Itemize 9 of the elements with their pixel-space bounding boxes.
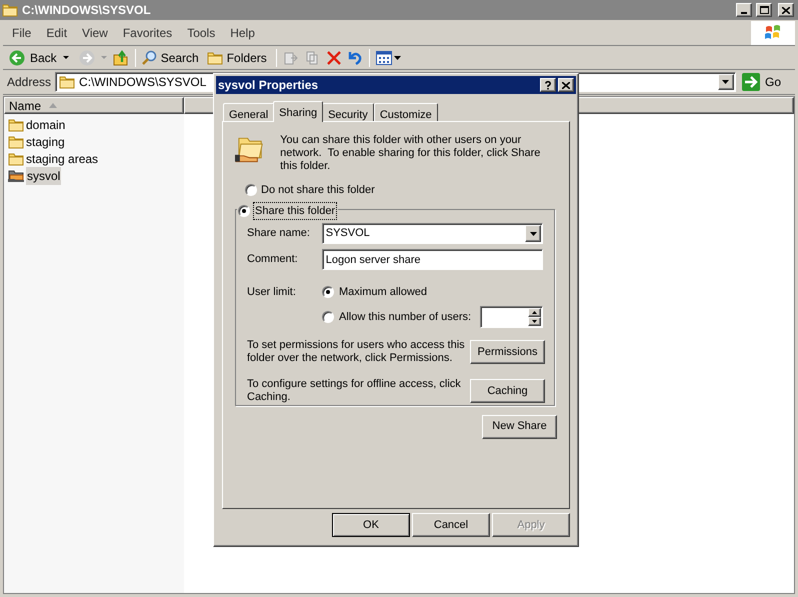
- caching-text: To configure settings for offline access, click Caching.: [247, 378, 462, 404]
- address-label: Address: [7, 74, 52, 91]
- dialog-title: sysvol Properties: [218, 77, 320, 94]
- share-name-label: Share name:: [247, 226, 311, 242]
- intro-text: You can share this folder with other users on your network. To enable sharing for this folder, click Share this folder.: [280, 134, 542, 173]
- permissions-text: To set permissions for users who access this folder over the network, click Permissions.: [247, 339, 466, 365]
- user-limit-label: User limit:: [247, 284, 297, 300]
- comment-label: Comment:: [247, 252, 299, 268]
- window-title: C:\WINDOWS\SYSVOL: [22, 2, 151, 19]
